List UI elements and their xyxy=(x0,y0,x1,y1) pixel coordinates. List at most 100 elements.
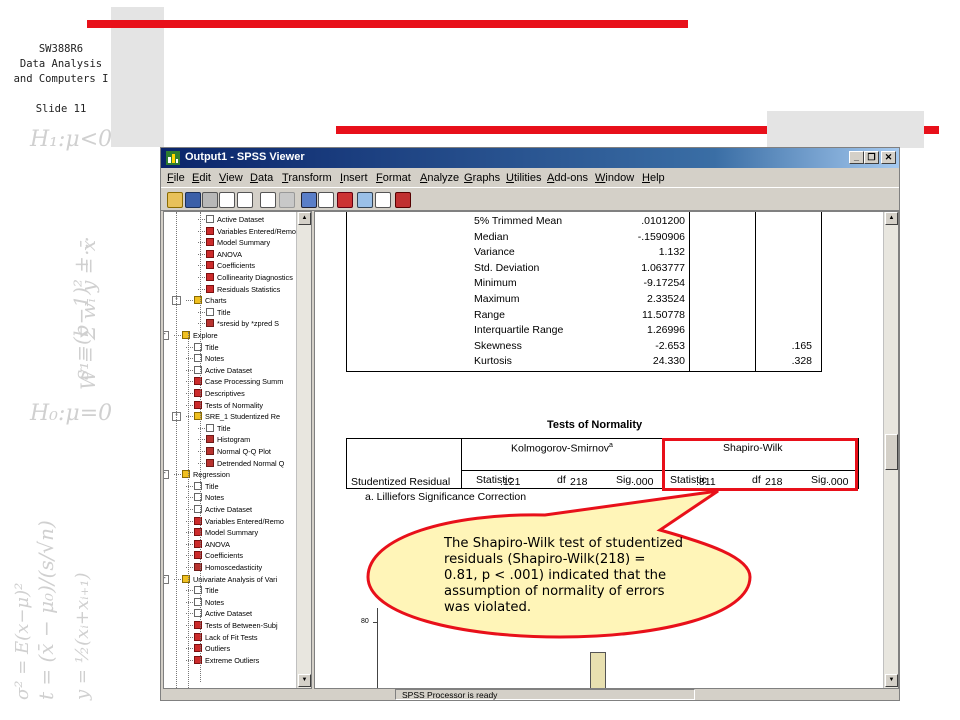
tree-item[interactable]: Residuals Statistics xyxy=(206,284,280,295)
close-icon: ✕ xyxy=(884,152,893,162)
variables-icon[interactable] xyxy=(337,192,353,208)
tree-item[interactable]: Lack of Fit Tests xyxy=(194,632,258,643)
goto-data-icon[interactable] xyxy=(301,192,317,208)
undo-icon[interactable] xyxy=(279,192,295,208)
tree-item[interactable]: Tests of Normality xyxy=(194,400,263,411)
tree-item[interactable]: Notes xyxy=(194,492,224,503)
descriptive-label: Std. Deviation xyxy=(474,261,540,274)
menu-addons[interactable]: Add-ons xyxy=(547,172,588,184)
menu-view[interactable]: View xyxy=(219,172,243,184)
tree-item[interactable]: Detrended Normal Q xyxy=(206,458,284,469)
tree-item[interactable]: Coefficients xyxy=(206,260,255,271)
scroll-up-icon[interactable]: ▲ xyxy=(298,212,311,225)
tree-item[interactable]: Collinearity Diagnostics xyxy=(206,272,293,283)
tree-item[interactable]: Active Dataset xyxy=(194,608,252,619)
menu-format[interactable]: Format xyxy=(376,172,411,184)
menu-transform[interactable]: Transform xyxy=(282,172,332,184)
svg-text:W = Σ wᵢ y = x̄: W = Σ wᵢ y = x̄ xyxy=(76,240,100,390)
tree-item-label: Variables Entered/Remo xyxy=(217,226,296,236)
tree-item[interactable]: Case Processing Summ xyxy=(194,376,283,387)
content-scroll-down-icon[interactable]: ▼ xyxy=(885,674,898,687)
tree-item[interactable]: Title xyxy=(194,481,219,492)
histogram-bar xyxy=(590,652,606,688)
tree-item[interactable]: Extreme Outliers xyxy=(194,655,259,666)
tree-item[interactable]: Notes xyxy=(194,353,224,364)
tree-item-label: Collinearity Diagnostics xyxy=(217,273,293,282)
menu-file[interactable]: File xyxy=(167,172,185,184)
content-scroll-thumb[interactable] xyxy=(885,434,898,470)
close-button[interactable]: ✕ xyxy=(881,151,896,164)
open-icon[interactable] xyxy=(167,192,183,208)
menu-graphs[interactable]: Graphs xyxy=(464,172,500,184)
menu-window[interactable]: Window xyxy=(595,172,634,184)
export-icon[interactable] xyxy=(237,192,253,208)
tree-item[interactable]: Descriptives xyxy=(194,388,245,399)
print-preview-icon[interactable] xyxy=(219,192,235,208)
outline-tree-pane[interactable]: ▲ ▼ Active Dataset Variables Entered/Remo… xyxy=(163,211,312,689)
table-icon xyxy=(206,261,214,270)
tree-item[interactable]: Active Dataset xyxy=(194,365,252,376)
tree-item[interactable]: Variables Entered/Remo xyxy=(194,516,284,527)
tree-item[interactable]: Title xyxy=(194,342,219,353)
tree-item-label: Charts xyxy=(205,296,227,306)
tree-item[interactable]: Tests of Between-Subj xyxy=(194,620,278,631)
norm-label-divider xyxy=(461,438,462,489)
collapse-toggle-icon[interactable]: - xyxy=(164,331,169,340)
tree-item[interactable]: Title xyxy=(206,307,231,318)
menu-data[interactable]: Data xyxy=(250,172,273,184)
print-icon[interactable] xyxy=(202,192,218,208)
menu-analyze[interactable]: Analyze xyxy=(420,172,459,184)
title-bar[interactable]: Output1 - SPSS Viewer _ ❐ ✕ xyxy=(161,148,899,168)
formula-watermark-graphic: H₁:μ<0 H₀:μ=0 s₁=(b−1)² +… W = Σ wᵢ y = … xyxy=(12,127,112,701)
menu-edit[interactable]: Edit xyxy=(192,172,211,184)
use-sets-icon[interactable] xyxy=(357,192,373,208)
scroll-down-icon[interactable]: ▼ xyxy=(298,674,311,687)
svg-text:y = ½(xᵢ+xᵢ₊₁): y = ½(xᵢ+xᵢ₊₁) xyxy=(72,572,93,701)
menu-utilities[interactable]: Utilities xyxy=(506,172,541,184)
designate-window-icon[interactable] xyxy=(395,192,411,208)
content-scrollbar[interactable]: ▲ ▼ xyxy=(883,212,898,688)
tree-item[interactable]: Charts xyxy=(194,295,227,306)
callout-line-5: was violated. xyxy=(444,600,532,615)
menu-help[interactable]: Help xyxy=(642,172,665,184)
chart-icon xyxy=(206,458,214,467)
tree-item[interactable]: Coefficients xyxy=(194,550,243,561)
recall-dialog-icon[interactable] xyxy=(260,192,276,208)
tree-item[interactable]: Model Summary xyxy=(194,527,258,538)
tree-item[interactable]: Homoscedasticity xyxy=(194,562,262,573)
select-last-output-icon[interactable] xyxy=(375,192,391,208)
tree-item[interactable]: Title xyxy=(206,423,231,434)
restore-button[interactable]: ❐ xyxy=(864,151,879,164)
tree-item[interactable]: Regression xyxy=(182,469,230,480)
tree-item[interactable]: Notes xyxy=(194,597,224,608)
tree-item[interactable]: Normal Q-Q Plot xyxy=(206,446,271,457)
descriptive-statistic: -9.17254 xyxy=(643,277,685,290)
content-scroll-up-icon[interactable]: ▲ xyxy=(885,212,898,225)
menu-insert[interactable]: Insert xyxy=(340,172,368,184)
descriptive-statistic: 1.132 xyxy=(658,246,685,259)
tree-item-label: Coefficients xyxy=(205,551,243,561)
tree-item[interactable]: Model Summary xyxy=(206,237,270,248)
tree-item[interactable]: *sresid by *zpred S xyxy=(206,318,279,329)
descriptive-label: Variance xyxy=(474,246,515,259)
goto-case-icon[interactable] xyxy=(318,192,334,208)
tree-item[interactable]: Active Dataset xyxy=(206,214,264,225)
tree-item[interactable]: ANOVA xyxy=(206,249,242,260)
slide-number: Slide 11 xyxy=(35,103,87,115)
desc-border-right xyxy=(821,212,822,372)
ks-group-header: Kolmogorov-Smirnova xyxy=(511,442,613,455)
tree-item[interactable]: Univariate Analysis of Vari xyxy=(182,574,277,585)
course-name-line2: and Computers I xyxy=(13,73,109,85)
tree-item[interactable]: Active Dataset xyxy=(194,504,252,515)
tree-item[interactable]: Histogram xyxy=(206,434,250,445)
save-icon[interactable] xyxy=(185,192,201,208)
collapse-toggle-icon[interactable]: - xyxy=(164,470,169,480)
collapse-toggle-icon[interactable]: - xyxy=(164,574,169,584)
tree-item[interactable]: Title xyxy=(194,585,219,596)
tree-item[interactable]: Variables Entered/Remo xyxy=(206,226,296,237)
tree-item[interactable]: SRE_1 Studentized Re xyxy=(194,411,280,422)
table-icon xyxy=(206,249,214,258)
tree-scrollbar[interactable]: ▲ ▼ xyxy=(296,212,311,688)
chart-icon xyxy=(206,435,214,444)
minimize-button[interactable]: _ xyxy=(849,151,864,164)
